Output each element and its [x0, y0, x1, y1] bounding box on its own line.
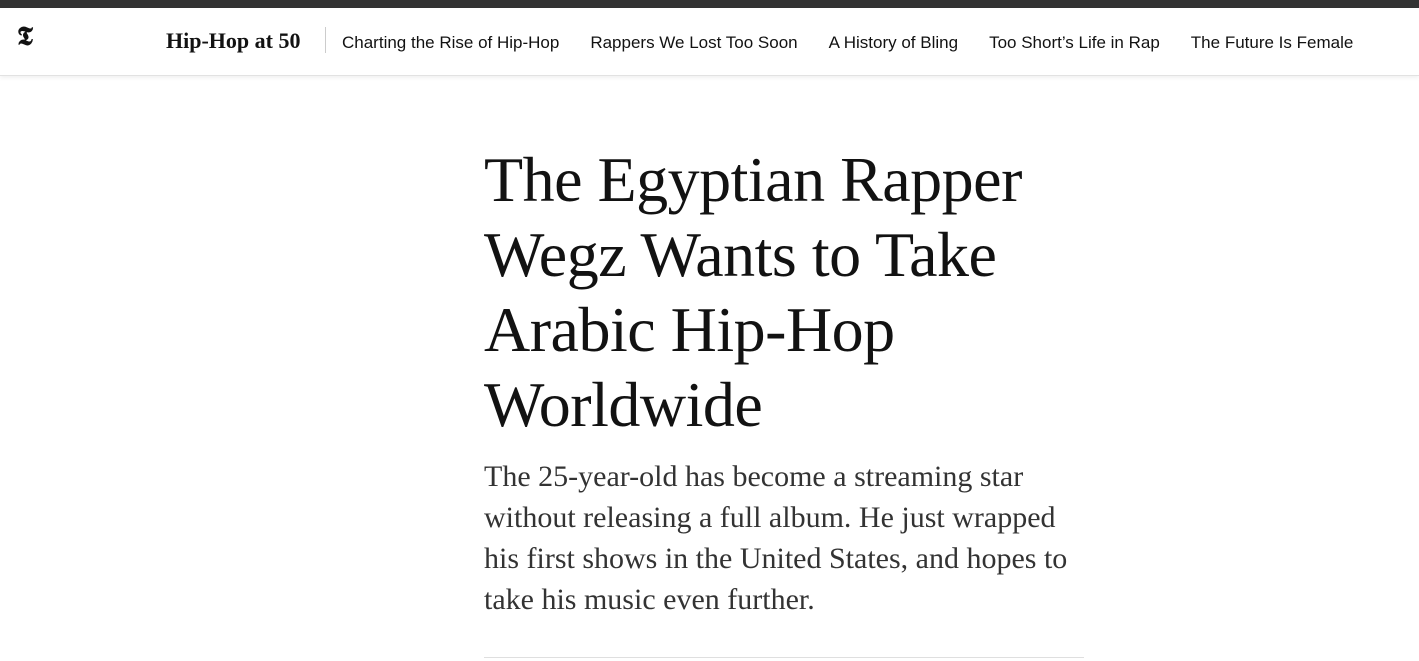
article-summary: The 25-year-old has become a streaming s…	[484, 460, 1068, 616]
nav-link-charting-rise[interactable]: Charting the Rise of Hip-Hop	[342, 32, 559, 54]
section-nav: Charting the Rise of Hip-Hop Rappers We …	[342, 32, 1353, 54]
article-divider	[484, 657, 1084, 658]
article-header: The Egyptian Rapper Wegz Wants to Take A…	[484, 142, 1089, 620]
nav-link-too-short[interactable]: Too Short’s Life in Rap	[989, 32, 1160, 54]
nyt-t-logo-icon[interactable]: 𝕿	[17, 22, 33, 52]
nav-link-future-female[interactable]: The Future Is Female	[1191, 32, 1354, 54]
nav-link-rappers-lost[interactable]: Rappers We Lost Too Soon	[590, 32, 797, 54]
article-headline: The Egyptian Rapper Wegz Wants to Take A…	[484, 144, 1022, 440]
site-header: 𝕿 Hip-Hop at 50 Charting the Rise of Hip…	[0, 8, 1419, 76]
top-accent-bar	[0, 0, 1419, 8]
section-title-link[interactable]: Hip-Hop at 50	[166, 27, 300, 55]
nav-link-history-of-bling[interactable]: A History of Bling	[829, 32, 958, 54]
header-divider	[325, 27, 326, 53]
